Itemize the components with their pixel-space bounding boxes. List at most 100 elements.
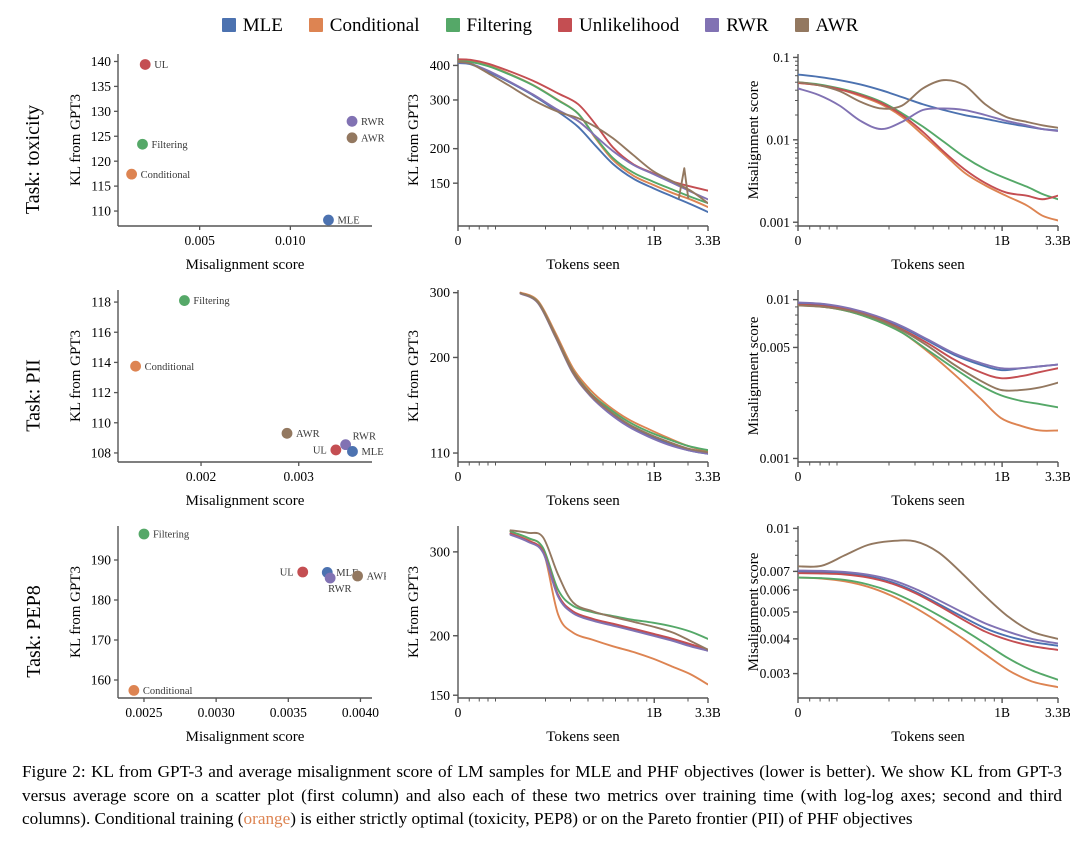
scatter-point-mle[interactable] xyxy=(347,446,358,457)
y-tick-label: 118 xyxy=(91,295,111,310)
y-tick-label: 0.007 xyxy=(760,564,791,579)
x-axis-title: Misalignment score xyxy=(186,257,305,273)
x-tick-label: 3.3B xyxy=(1045,469,1070,484)
legend-label: MLE xyxy=(242,14,283,36)
x-tick-label: 0.0040 xyxy=(342,705,379,720)
x-axis-title: Tokens seen xyxy=(546,729,620,745)
x-tick-label: 0 xyxy=(455,233,462,248)
scatter-point-rwr[interactable] xyxy=(324,572,336,584)
scatter-point-label: Conditional xyxy=(145,362,195,373)
row-label-text: Task: toxicity xyxy=(22,104,45,214)
y-tick-label: 300 xyxy=(430,285,451,300)
scatter-point-label: UL xyxy=(313,446,327,457)
series-line-unlikelihood[interactable] xyxy=(798,81,1058,201)
y-tick-label: 170 xyxy=(91,633,112,648)
legend-item-filtering[interactable]: Filtering xyxy=(445,14,532,36)
scatter-point-label: AWR xyxy=(361,133,385,144)
panel-pep8-misalignment: 0.003 0.004 0.005 0.006 0.007 0.01 0 1B 3.3B Toke… xyxy=(740,512,1070,750)
x-tick-label: 0 xyxy=(455,469,462,484)
y-tick-label: 110 xyxy=(91,415,111,430)
scatter-point-awr[interactable] xyxy=(346,132,358,144)
x-tick-label: 0.0030 xyxy=(198,705,235,720)
legend-item-conditional[interactable]: Conditional xyxy=(308,14,420,36)
y-tick-label: 110 xyxy=(430,446,450,461)
y-tick-label: 125 xyxy=(91,129,112,144)
panel-toxicity-kl: 150 200 300 400 0 1B 3.3B Tokens seen KL from GP… xyxy=(400,40,720,278)
series-line-rwr[interactable] xyxy=(798,87,1058,132)
panel-grid: Task: toxicity 110 115 120 125 130 135 140 0.00… xyxy=(0,40,1080,755)
line-plot-pep8-misalignment-vs-tokens: 0.003 0.004 0.005 0.006 0.007 0.01 0 1B 3.3B Toke… xyxy=(746,521,1070,745)
scatter-point-filtering[interactable] xyxy=(179,295,190,306)
series-line-filtering[interactable] xyxy=(519,292,709,452)
scatter-point-rwr[interactable] xyxy=(346,115,358,127)
scatter-point-conditional[interactable] xyxy=(130,360,141,372)
x-tick-label: 0.0025 xyxy=(125,705,162,720)
x-tick-label: 3.3B xyxy=(1045,233,1070,248)
scatter-point-conditional[interactable] xyxy=(126,168,138,180)
caption-orange-word: orange xyxy=(243,809,291,829)
legend-item-awr[interactable]: AWR xyxy=(794,16,858,35)
legend-label: Filtering xyxy=(466,14,532,36)
series-line-conditional[interactable] xyxy=(458,59,708,208)
y-tick-label: 140 xyxy=(91,54,112,69)
x-tick-label: 1B xyxy=(994,469,1010,484)
x-axis-title: Tokens seen xyxy=(546,493,620,509)
series-line-conditional[interactable] xyxy=(509,530,709,686)
scatter-point-ul[interactable] xyxy=(139,59,151,70)
scatter-point-mle[interactable] xyxy=(323,214,334,226)
y-tick-label: 300 xyxy=(430,544,451,559)
series-group xyxy=(798,73,1058,222)
series-line-unlikelihood[interactable] xyxy=(509,532,709,651)
series-line-filtering[interactable] xyxy=(798,576,1058,681)
y-tick-label: 130 xyxy=(91,104,112,119)
line-plot-toxicity-misalignment-vs-tokens: 0.001 0.01 0.1 0 1B 3.3B Tokens seen Misalignme… xyxy=(746,50,1070,273)
series-line-rwr[interactable] xyxy=(798,301,1058,370)
legend-item-unlikelihood[interactable]: Unlikelihood xyxy=(557,16,679,35)
x-axis-title: Misalignment score xyxy=(186,493,305,509)
scatter-point-awr[interactable] xyxy=(352,570,363,582)
legend-swatch-icon xyxy=(557,18,572,32)
series-line-awr[interactable] xyxy=(798,539,1058,640)
scatter-point-ul[interactable] xyxy=(297,566,309,578)
y-tick-label: 0.006 xyxy=(760,583,791,598)
panel-pep8-kl: 150 200 300 0 1B 3.3B Tokens seen KL from GPT3 xyxy=(400,512,720,750)
legend-item-rwr[interactable]: RWR xyxy=(705,16,769,35)
series-line-mle[interactable] xyxy=(798,73,1058,132)
legend-swatch-icon xyxy=(705,18,720,32)
legend-label: Conditional xyxy=(329,14,420,36)
series-line-filtering[interactable] xyxy=(798,304,1058,409)
row-label-text: Task: PII xyxy=(22,358,45,432)
scatter-point-label: RWR xyxy=(353,432,376,443)
scatter-point-conditional[interactable] xyxy=(128,685,140,696)
y-tick-label: 180 xyxy=(91,593,112,608)
series-line-conditional[interactable] xyxy=(519,291,709,453)
series-line-awr[interactable] xyxy=(798,304,1058,392)
series-line-mle[interactable] xyxy=(798,302,1058,372)
line-plot-toxicity-kl-vs-tokens: 150 200 300 400 0 1B 3.3B Tokens seen KL from GP… xyxy=(406,54,720,273)
scatter-point-filtering[interactable] xyxy=(137,138,148,150)
scatter-point-awr[interactable] xyxy=(281,427,293,439)
legend-item-mle[interactable]: MLE xyxy=(221,14,283,36)
series-line-rwr[interactable] xyxy=(798,569,1058,645)
x-tick-label: 0.002 xyxy=(186,469,216,484)
series-line-mle[interactable] xyxy=(509,533,709,652)
series-group xyxy=(798,301,1058,432)
row-toxicity: Task: toxicity 110 115 120 125 130 135 140 0.00… xyxy=(0,40,1080,278)
x-tick-label: 0 xyxy=(795,233,802,248)
y-tick-label: 300 xyxy=(430,93,451,108)
scatter-point-ul[interactable] xyxy=(330,444,342,456)
scatter-point-label: UL xyxy=(280,568,294,579)
y-axis-title: Misalignment score xyxy=(746,80,762,199)
caption-prefix: Figure 2: xyxy=(22,762,86,781)
scatter-plot-pep8-scatter: 160 170 180 190 0.0025 0.0030 0.0035 0.0040 Misa… xyxy=(68,526,386,745)
series-line-rwr[interactable] xyxy=(509,533,709,652)
x-tick-label: 0 xyxy=(795,705,802,720)
x-tick-label: 0 xyxy=(455,705,462,720)
y-tick-label: 0.001 xyxy=(760,451,790,466)
y-tick-label: 160 xyxy=(91,673,112,688)
row-label-text: Task: PEP8 xyxy=(22,584,45,678)
scatter-point-filtering[interactable] xyxy=(138,528,150,540)
y-axis-title: KL from GPT3 xyxy=(406,94,422,186)
scatter-point-label: AWR xyxy=(367,572,386,583)
scatter-point-label: MLE xyxy=(361,447,383,458)
